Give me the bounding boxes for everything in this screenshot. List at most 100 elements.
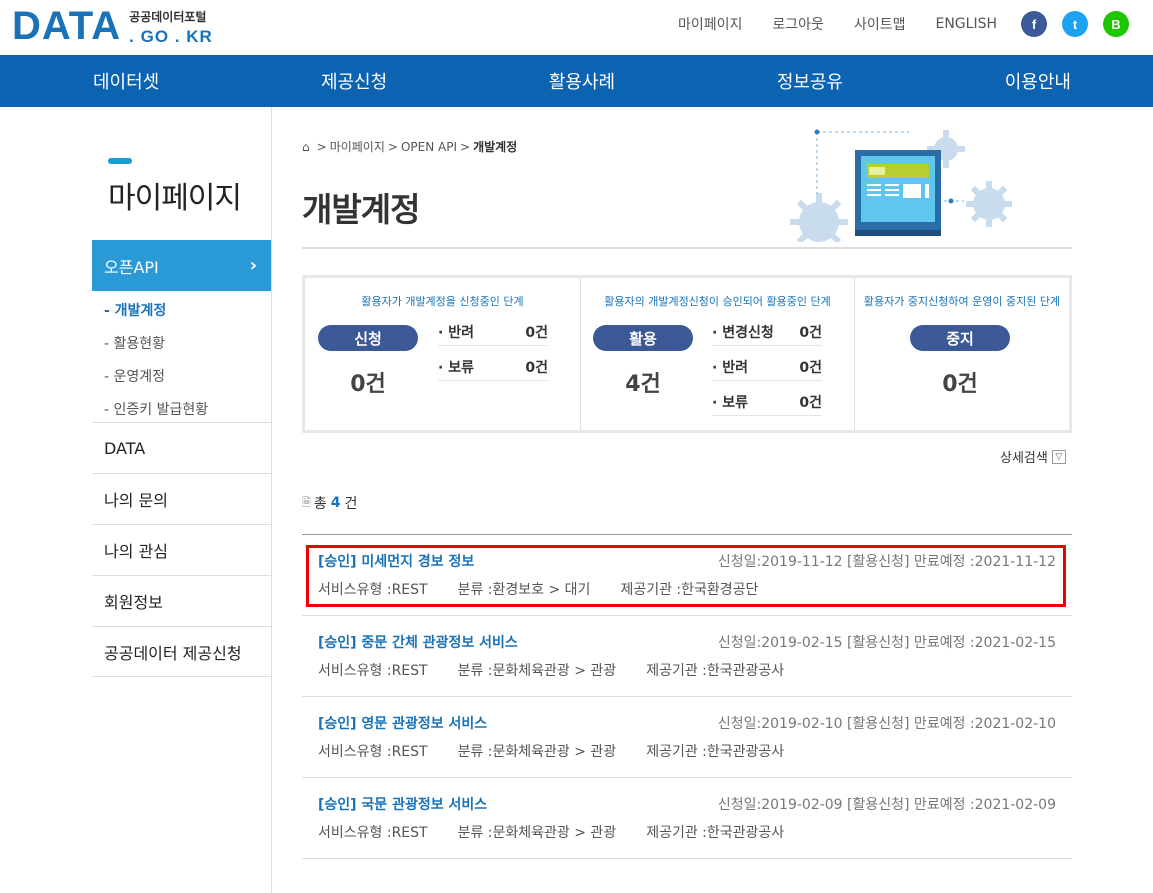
sub-status-hold: · 보류 0건: [712, 392, 822, 416]
item-provider: 제공기관 :한국관광공사: [646, 825, 785, 841]
status-badge[interactable]: 활용: [593, 325, 693, 351]
nav-info-share[interactable]: 정보공유: [777, 68, 843, 94]
item-provider: 제공기관 :한국관광공사: [646, 744, 785, 760]
sub-status-rejected: · 반려 0건: [712, 357, 822, 381]
item-category: 분류 :문화체육관광 > 관광: [457, 663, 617, 679]
breadcrumb-open-api[interactable]: OPEN API: [401, 140, 457, 154]
breadcrumb-separator: >: [387, 139, 398, 154]
item-title[interactable]: [승인] 중문 간체 관광정보 서비스: [318, 632, 518, 652]
site-header: DATA 공공데이터포털 . GO . KR 마이페이지 로그아웃 사이트맵 E…: [0, 0, 1153, 55]
breadcrumb-mypage[interactable]: 마이페이지: [330, 138, 385, 155]
item-meta: 서비스유형 :REST 분류 :문화체육관광 > 관광 제공기관 :한국관광공사: [318, 660, 814, 680]
stat-description: 활용자가 중지신청하여 운영이 중지된 단계: [863, 295, 1061, 308]
main-nav: 데이터셋 제공신청 활용사례 정보공유 이용안내: [0, 55, 1153, 107]
status-badge[interactable]: 신청: [318, 325, 418, 351]
sub-status-value: 0건: [525, 325, 548, 341]
sub-status-value: 0건: [525, 360, 548, 376]
sub-status-label: · 반려: [712, 360, 748, 376]
item-dates: 신청일:2019-02-09 [활용신청] 만료예정 :2021-02-09: [717, 797, 1056, 813]
total-number: 4: [330, 495, 341, 511]
blog-icon[interactable]: B: [1103, 11, 1129, 37]
item-category: 분류 :환경보호 > 대기: [457, 582, 591, 598]
nav-use-cases[interactable]: 활용사례: [549, 68, 615, 94]
logo-korean-name: 공공데이터포털: [129, 10, 207, 24]
sub-status-hold: · 보류 0건: [438, 357, 548, 381]
submenu-ops-account[interactable]: - 운영계정: [104, 361, 208, 394]
facebook-icon[interactable]: f: [1021, 11, 1047, 37]
detail-search-toggle[interactable]: 상세검색 ▽: [1000, 447, 1066, 466]
stat-request: 활용자가 개발계정을 신청중인 단계 신청 0건 · 반려 0건 · 보류 0건: [305, 278, 581, 430]
sub-status-label: · 보류: [438, 360, 474, 376]
item-category: 분류 :문화체육관광 > 관광: [457, 825, 617, 841]
logout-link[interactable]: 로그아웃: [772, 14, 824, 34]
sidebar-item-label: 오픈API: [104, 257, 159, 277]
sidebar-item-member-info[interactable]: 회원정보: [92, 575, 271, 626]
item-dates: 신청일:2019-11-12 [활용신청] 만료예정 :2021-11-12: [717, 554, 1056, 570]
stat-count: 0건: [350, 372, 386, 397]
detail-search-label: 상세검색: [1000, 451, 1048, 466]
nav-guide[interactable]: 이용안내: [1005, 68, 1071, 94]
sidebar-submenu: - 개발계정 - 활용현황 - 운영계정 - 인증키 발급현황: [104, 295, 208, 427]
document-icon: 🗎: [302, 495, 311, 509]
logo-domain: . GO . KR: [129, 27, 213, 46]
item-title[interactable]: [승인] 영문 관광정보 서비스: [318, 713, 487, 733]
item-title[interactable]: [승인] 국문 관광정보 서비스: [318, 794, 487, 814]
nav-dataset[interactable]: 데이터셋: [93, 68, 159, 94]
sub-status-label: · 변경신청: [712, 325, 774, 341]
breadcrumb-separator: >: [460, 139, 471, 154]
sitemap-link[interactable]: 사이트맵: [854, 14, 906, 34]
home-icon[interactable]: ⌂: [302, 140, 310, 154]
sub-status-value: 0건: [799, 325, 822, 341]
twitter-icon[interactable]: t: [1062, 11, 1088, 37]
sidebar-divider: [271, 107, 272, 893]
stat-suspended: 활용자가 중지신청하여 운영이 중지된 단계 중지 0건: [855, 278, 1069, 430]
english-link[interactable]: ENGLISH: [935, 16, 997, 32]
item-meta: 서비스유형 :REST 분류 :환경보호 > 대기 제공기관 :한국환경공단: [318, 579, 788, 599]
item-service-type: 서비스유형 :REST: [318, 582, 428, 598]
status-badge[interactable]: 중지: [910, 325, 1010, 351]
sub-status-label: · 반려: [438, 325, 474, 341]
item-provider: 제공기관 :한국환경공단: [620, 582, 759, 598]
logo-text: DATA: [12, 4, 122, 48]
status-summary: 활용자가 개발계정을 신청중인 단계 신청 0건 · 반려 0건 · 보류 0건…: [302, 275, 1072, 433]
submenu-dev-account[interactable]: - 개발계정: [104, 295, 208, 328]
item-provider: 제공기관 :한국관광공사: [646, 663, 785, 679]
submenu-usage-status[interactable]: - 활용현황: [104, 328, 208, 361]
item-title[interactable]: [승인] 미세먼지 경보 정보: [318, 551, 474, 571]
item-category: 분류 :문화체육관광 > 관광: [457, 744, 617, 760]
stat-count: 4건: [625, 372, 661, 397]
api-list: [승인] 미세먼지 경보 정보 신청일:2019-11-12 [활용신청] 만료…: [302, 535, 1072, 859]
mypage-link[interactable]: 마이페이지: [678, 14, 742, 34]
side-nav-title: 마이페이지: [108, 181, 242, 216]
sub-status-label: · 보류: [712, 395, 748, 411]
breadcrumb: ⌂ > 마이페이지 > OPEN API > 개발계정: [302, 138, 517, 155]
sidebar-item-interest[interactable]: 나의 관심: [92, 524, 271, 575]
developer-illustration: [790, 129, 1012, 242]
sidebar-item-provide-request[interactable]: 공공데이터 제공신청: [92, 626, 271, 677]
item-service-type: 서비스유형 :REST: [318, 825, 428, 841]
stat-description: 활용자가 개발계정을 신청중인 단계: [361, 295, 524, 308]
sidebar-item-inquiry[interactable]: 나의 문의: [92, 473, 271, 524]
item-meta: 서비스유형 :REST 분류 :문화체육관광 > 관광 제공기관 :한국관광공사: [318, 741, 814, 761]
chevron-down-icon: ▽: [1051, 449, 1066, 464]
sidebar-item-data[interactable]: DATA: [92, 422, 271, 473]
sub-status-rejected: · 반려 0건: [438, 322, 548, 346]
sidebar-item-open-api[interactable]: 오픈API ›: [92, 240, 271, 291]
list-item[interactable]: [승인] 미세먼지 경보 정보 신청일:2019-11-12 [활용신청] 만료…: [302, 535, 1072, 616]
stat-count: 0건: [942, 372, 978, 397]
item-meta: 서비스유형 :REST 분류 :문화체육관광 > 관광 제공기관 :한국관광공사: [318, 822, 814, 842]
title-accent-bar: [108, 158, 132, 164]
total-prefix: 총: [313, 496, 327, 512]
stat-active: 활용자의 개발계정신청이 승인되어 활용중인 단계 활용 4건 · 변경신청 0…: [581, 278, 855, 430]
nav-provide-request[interactable]: 제공신청: [321, 68, 387, 94]
sub-status-value: 0건: [799, 395, 822, 411]
list-item[interactable]: [승인] 영문 관광정보 서비스 신청일:2019-02-10 [활용신청] 만…: [302, 697, 1072, 778]
list-item[interactable]: [승인] 중문 간체 관광정보 서비스 신청일:2019-02-15 [활용신청…: [302, 616, 1072, 697]
page-title: 개발계정: [302, 190, 420, 229]
sub-status-value: 0건: [799, 360, 822, 376]
site-logo[interactable]: DATA 공공데이터포털 . GO . KR: [12, 6, 213, 47]
breadcrumb-current: 개발계정: [473, 140, 518, 154]
chevron-right-icon: ›: [249, 255, 257, 276]
list-item[interactable]: [승인] 국문 관광정보 서비스 신청일:2019-02-09 [활용신청] 만…: [302, 778, 1072, 859]
total-suffix: 건: [344, 496, 358, 512]
